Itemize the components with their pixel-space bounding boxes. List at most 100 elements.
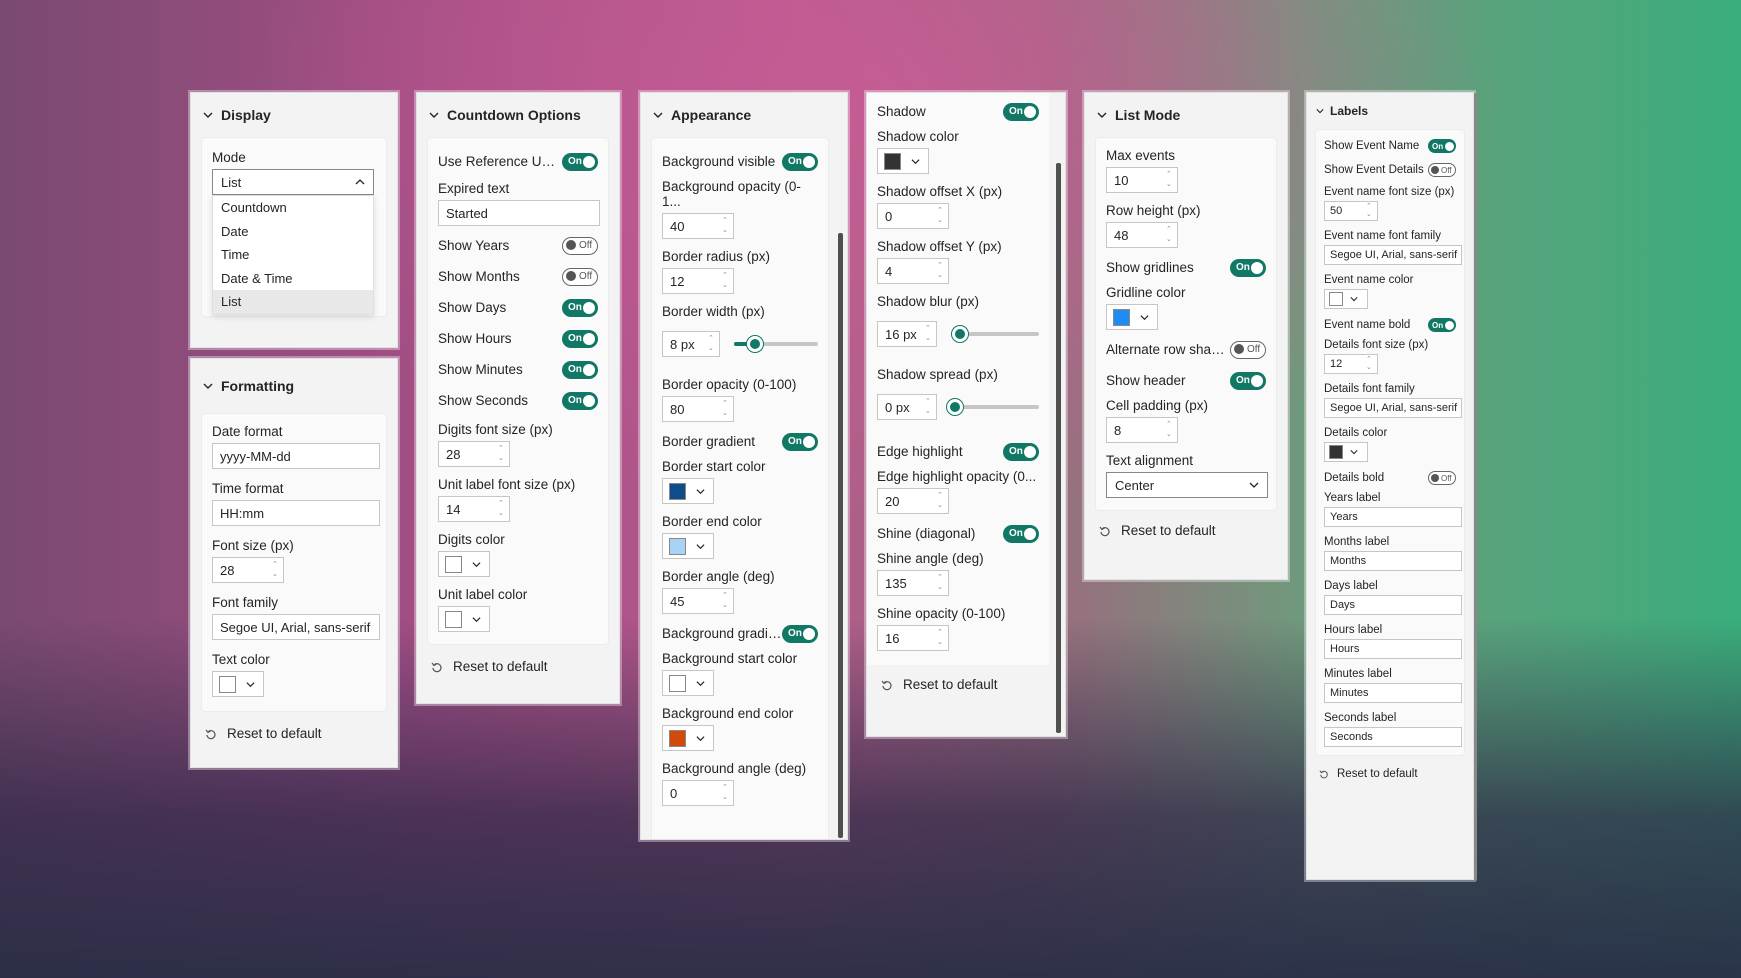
event-font-family-input[interactable]: Segoe UI, Arial, sans-serif — [1324, 245, 1462, 265]
event-font-size-input[interactable]: 50 ⌃ ⌄ — [1324, 201, 1378, 221]
spin-arrows-icon[interactable]: ⌃ ⌄ — [1166, 421, 1174, 439]
shine-toggle[interactable]: On — [1003, 524, 1039, 543]
show-months-toggle[interactable]: Off — [562, 267, 598, 286]
shadow-color-picker[interactable] — [877, 148, 929, 174]
spin-arrows-icon[interactable]: ⌃ ⌄ — [937, 629, 945, 647]
show-header-toggle[interactable]: On — [1230, 371, 1266, 390]
mode-option-date[interactable]: Date — [213, 220, 373, 244]
bg-start-picker[interactable] — [662, 670, 714, 696]
spin-arrows-icon[interactable]: ⌃ ⌄ — [925, 325, 933, 343]
blur-input[interactable]: 16 px ⌃ ⌄ — [877, 321, 937, 347]
spin-arrows-icon[interactable]: ⌃ ⌄ — [925, 398, 933, 416]
border-gradient-toggle[interactable]: On — [782, 432, 818, 451]
mode-option-date-time[interactable]: Date & Time — [213, 267, 373, 291]
event-color-picker[interactable] — [1324, 289, 1368, 309]
spin-arrows-icon[interactable]: ⌃ ⌄ — [722, 217, 730, 235]
details-color-picker[interactable] — [1324, 442, 1368, 462]
show-years-toggle[interactable]: Off — [562, 236, 598, 255]
spin-arrows-icon[interactable]: ⌃ ⌄ — [498, 500, 506, 518]
border-end-picker[interactable] — [662, 533, 714, 559]
spread-slider-thumb[interactable] — [947, 399, 963, 415]
details-bold-toggle[interactable]: Off — [1428, 471, 1456, 485]
months-input[interactable]: Months — [1324, 551, 1462, 571]
bg-opacity-input[interactable]: 40 ⌃ ⌄ — [662, 213, 734, 239]
spin-arrows-icon[interactable]: ⌃ ⌄ — [722, 592, 730, 610]
unit-font-input[interactable]: 14 ⌃ ⌄ — [438, 496, 510, 522]
shine-opacity-input[interactable]: 16 ⌃ ⌄ — [877, 625, 949, 651]
row-height-input[interactable]: 48 ⌃ ⌄ — [1106, 222, 1178, 248]
appearance-scrollbar[interactable] — [838, 233, 843, 838]
shadow-scrollbar[interactable] — [1056, 163, 1061, 733]
time-format-input[interactable]: HH:mm — [212, 500, 380, 526]
spin-arrows-icon[interactable]: ⌃ ⌄ — [1166, 171, 1174, 189]
hours-input[interactable]: Hours — [1324, 639, 1462, 659]
bg-gradient-toggle[interactable]: On — [782, 624, 818, 643]
spin-arrows-icon[interactable]: ⌃ ⌄ — [708, 335, 716, 353]
mode-option-list[interactable]: List — [213, 290, 373, 314]
cell-padding-input[interactable]: 8 ⌃ ⌄ — [1106, 417, 1178, 443]
digits-font-input[interactable]: 28 ⌃ ⌄ — [438, 441, 510, 467]
countdown-reset-button[interactable]: Reset to default — [417, 645, 619, 688]
bg-end-picker[interactable] — [662, 725, 714, 751]
text-color-picker[interactable] — [212, 671, 264, 697]
show-days-toggle[interactable]: On — [562, 298, 598, 317]
border-radius-input[interactable]: 12 ⌃ ⌄ — [662, 268, 734, 294]
spin-arrows-icon[interactable]: ⌃ ⌄ — [937, 574, 945, 592]
gridlines-toggle[interactable]: On — [1230, 258, 1266, 277]
minutes-input[interactable]: Minutes — [1324, 683, 1462, 703]
event-bold-toggle[interactable]: On — [1428, 318, 1456, 332]
display-header[interactable]: Display — [191, 93, 397, 137]
seconds-input[interactable]: Seconds — [1324, 727, 1462, 747]
text-align-select[interactable]: Center — [1106, 472, 1268, 498]
spin-arrows-icon[interactable]: ⌃ ⌄ — [937, 262, 945, 280]
expired-input[interactable]: Started — [438, 200, 600, 226]
formatting-reset-button[interactable]: Reset to default — [191, 712, 397, 755]
font-family-input[interactable]: Segoe UI, Arial, sans-serif — [212, 614, 380, 640]
show-event-details-toggle[interactable]: Off — [1428, 163, 1456, 177]
alt-row-toggle[interactable]: Off — [1230, 340, 1266, 359]
spread-input[interactable]: 0 px ⌃ ⌄ — [877, 394, 937, 420]
bg-angle-input[interactable]: 0 ⌃ ⌄ — [662, 780, 734, 806]
shine-angle-input[interactable]: 135 ⌃ ⌄ — [877, 570, 949, 596]
mode-option-countdown[interactable]: Countdown — [213, 196, 373, 220]
mode-select[interactable]: List — [212, 169, 374, 195]
spin-arrows-icon[interactable]: ⌃ ⌄ — [1366, 203, 1374, 219]
border-angle-input[interactable]: 45 ⌃ ⌄ — [662, 588, 734, 614]
labels-scrollbar[interactable] — [1474, 93, 1477, 881]
show-hours-toggle[interactable]: On — [562, 329, 598, 348]
show-minutes-toggle[interactable]: On — [562, 360, 598, 379]
appearance-header[interactable]: Appearance — [641, 93, 847, 137]
formatting-header[interactable]: Formatting — [191, 359, 397, 413]
labels-header[interactable]: Labels — [1307, 93, 1473, 129]
bg-visible-toggle[interactable]: On — [782, 152, 818, 171]
spin-arrows-icon[interactable]: ⌃ ⌄ — [722, 400, 730, 418]
offset-x-input[interactable]: 0 ⌃ ⌄ — [877, 203, 949, 229]
blur-slider-thumb[interactable] — [951, 326, 968, 342]
blur-slider[interactable] — [951, 326, 1039, 342]
spin-arrows-icon[interactable]: ⌃ ⌄ — [498, 445, 506, 463]
shadow-reset-button[interactable]: Reset to default — [867, 665, 1065, 706]
years-input[interactable]: Years — [1324, 507, 1462, 527]
listmode-reset-button[interactable]: Reset to default — [1085, 511, 1287, 552]
labels-reset-button[interactable]: Reset to default — [1307, 756, 1473, 792]
countdown-header[interactable]: Countdown Options — [417, 93, 619, 137]
edge-opacity-input[interactable]: 20 ⌃ ⌄ — [877, 488, 949, 514]
offset-y-input[interactable]: 4 ⌃ ⌄ — [877, 258, 949, 284]
spin-arrows-icon[interactable]: ⌃ ⌄ — [1166, 226, 1174, 244]
border-width-slider-thumb[interactable] — [747, 336, 763, 352]
border-opacity-input[interactable]: 80 ⌃ ⌄ — [662, 396, 734, 422]
font-size-input[interactable]: 28 ⌃ ⌄ — [212, 557, 284, 583]
digits-color-picker[interactable] — [438, 551, 490, 577]
show-event-name-toggle[interactable]: On — [1428, 139, 1456, 153]
spin-arrows-icon[interactable]: ⌃ ⌄ — [937, 492, 945, 510]
border-width-input[interactable]: 8 px ⌃ ⌄ — [662, 331, 720, 357]
days-input[interactable]: Days — [1324, 595, 1462, 615]
listmode-header[interactable]: List Mode — [1085, 93, 1287, 137]
spin-arrows-icon[interactable]: ⌃ ⌄ — [722, 272, 730, 290]
details-font-family-input[interactable]: Segoe UI, Arial, sans-serif — [1324, 398, 1462, 418]
mode-option-time[interactable]: Time — [213, 243, 373, 267]
border-start-picker[interactable] — [662, 478, 714, 504]
spin-arrows-icon[interactable]: ⌃ ⌄ — [722, 784, 730, 802]
spin-arrows-icon[interactable]: ⌃ ⌄ — [1366, 356, 1374, 372]
spread-slider[interactable] — [947, 399, 1039, 415]
